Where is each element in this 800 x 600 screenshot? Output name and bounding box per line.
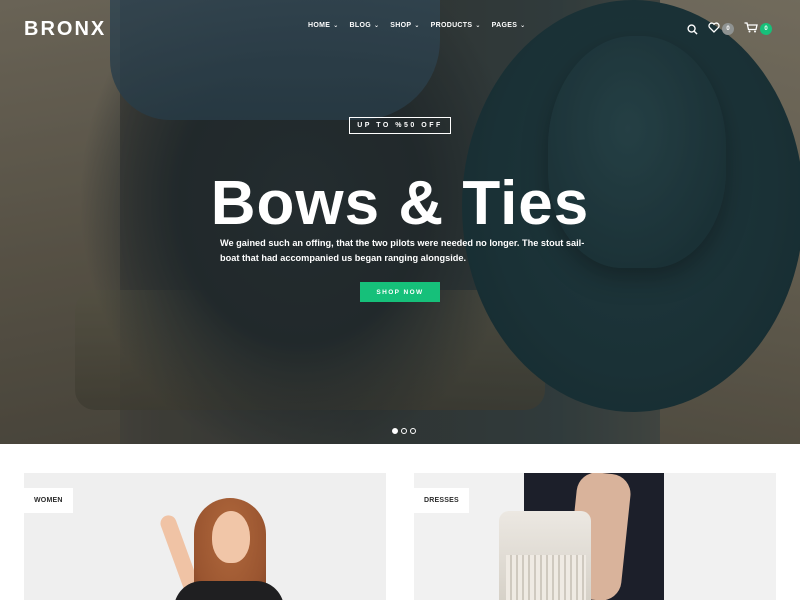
- nav-item-pages[interactable]: PAGES ⌄: [492, 22, 526, 29]
- nav-item-products[interactable]: PRODUCTS ⌄: [431, 22, 481, 29]
- hero-banner: BRONX HOME ⌄ BLOG ⌄ SHOP ⌄ PRODUCTS ⌄ PA…: [0, 0, 800, 444]
- nav-item-blog[interactable]: BLOG ⌄: [350, 22, 380, 29]
- cart-icon: [744, 20, 758, 38]
- hero-description: We gained such an offing, that the two p…: [220, 238, 585, 263]
- hero-title: Bows & Ties: [210, 169, 590, 238]
- women-model-image: [212, 511, 250, 563]
- category-label[interactable]: WOMEN: [24, 488, 73, 513]
- slider-dot-1[interactable]: [392, 428, 398, 434]
- cart-button[interactable]: 0: [744, 20, 772, 38]
- nav-item-label: SHOP: [390, 22, 412, 29]
- nav-item-home[interactable]: HOME ⌄: [308, 22, 339, 29]
- main-nav: HOME ⌄ BLOG ⌄ SHOP ⌄ PRODUCTS ⌄ PAGES ⌄: [308, 22, 526, 29]
- slider-pagination: [392, 428, 416, 434]
- wishlist-count-badge: 0: [722, 23, 734, 35]
- chevron-down-icon: ⌄: [414, 23, 420, 29]
- nav-item-label: HOME: [308, 22, 331, 29]
- heart-icon: [708, 20, 720, 38]
- header-icons: 0 0: [687, 20, 772, 38]
- category-label[interactable]: DRESSES: [414, 488, 469, 513]
- slider-dot-2[interactable]: [401, 428, 407, 434]
- women-model-image: [174, 581, 284, 600]
- category-card-women[interactable]: WOMEN: [24, 473, 386, 600]
- promo-tag: UP TO %50 OFF: [349, 117, 451, 134]
- chevron-down-icon: ⌄: [333, 23, 339, 29]
- fringe-bag-image: [506, 555, 586, 600]
- shop-now-button[interactable]: SHOP NOW: [360, 282, 440, 302]
- chevron-down-icon: ⌄: [373, 23, 380, 29]
- nav-item-label: PRODUCTS: [430, 22, 473, 29]
- nav-item-label: BLOG: [349, 22, 371, 29]
- nav-item-label: PAGES: [491, 22, 518, 29]
- wishlist-button[interactable]: 0: [708, 20, 734, 38]
- chevron-down-icon: ⌄: [475, 23, 481, 29]
- cart-count-badge: 0: [760, 23, 772, 35]
- site-logo[interactable]: BRONX: [24, 18, 106, 41]
- search-icon[interactable]: [687, 23, 698, 35]
- nav-item-shop[interactable]: SHOP ⌄: [390, 22, 419, 29]
- chevron-down-icon: ⌄: [520, 23, 526, 29]
- slider-dot-3[interactable]: [410, 428, 416, 434]
- category-card-dresses[interactable]: DRESSES: [414, 473, 776, 600]
